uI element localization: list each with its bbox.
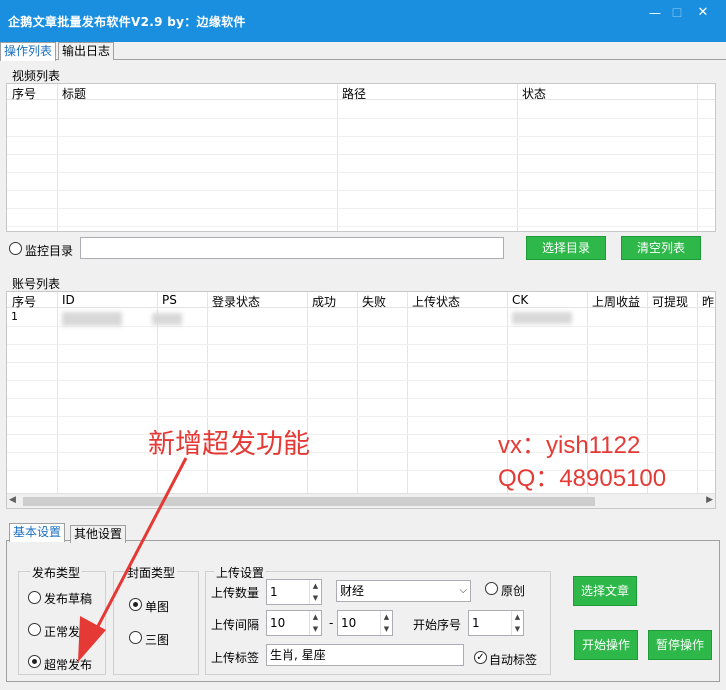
publish-super-radio[interactable]: [28, 655, 41, 668]
choose-article-button[interactable]: 选择文章: [573, 576, 637, 606]
auto-tag-label[interactable]: 自动标签: [489, 651, 537, 668]
cover-single-label[interactable]: 单图: [145, 598, 169, 615]
qq-annotation: QQ：48905100: [498, 465, 667, 492]
cover-three-radio[interactable]: [129, 631, 142, 644]
publish-normal-radio[interactable]: [28, 623, 41, 636]
tab-other-settings[interactable]: 其他设置: [70, 525, 127, 543]
upload-count-stepper[interactable]: 1 ▲ ▼: [266, 579, 322, 605]
scroll-thumb[interactable]: [23, 497, 595, 506]
stepper-arrows-icon[interactable]: ▲ ▼: [511, 611, 523, 635]
start-index-stepper[interactable]: 1 ▲ ▼: [468, 610, 524, 636]
upload-tags-label: 上传标签: [211, 651, 260, 665]
account-col-ck[interactable]: CK: [512, 293, 528, 307]
account-list-header: 序号 ID PS 登录状态 成功 失败 上传状态 CK 上周收益 可提现 昨: [7, 292, 715, 310]
account-list-hscrollbar[interactable]: ◀ ▶: [7, 493, 715, 508]
stepper-arrows-icon[interactable]: ▲ ▼: [380, 611, 392, 635]
cover-single-radio[interactable]: [129, 598, 142, 611]
interval-from-value: 10: [270, 616, 286, 630]
interval-from-stepper[interactable]: 10 ▲ ▼: [266, 610, 322, 636]
upload-count-value: 1: [270, 585, 278, 599]
video-list-header: 序号 标题 路径 状态: [7, 84, 715, 102]
interval-to-value: 10: [341, 616, 357, 630]
account-ck-redacted: [512, 312, 572, 324]
account-col-id[interactable]: ID: [62, 293, 75, 307]
account-id-redacted: [62, 312, 122, 326]
account-ps-redacted: [152, 313, 182, 325]
main-tab-bar: 操作列表 输出日志: [0, 42, 726, 61]
stepper-arrows-icon[interactable]: ▲ ▼: [309, 611, 321, 635]
original-radio[interactable]: [485, 582, 498, 595]
maximize-icon[interactable]: ☐: [666, 5, 688, 21]
start-operation-button[interactable]: 开始操作: [574, 630, 638, 660]
category-value: 财经: [340, 584, 365, 598]
cover-type-group: [113, 571, 199, 675]
video-col-path[interactable]: 路径: [342, 85, 366, 102]
cover-type-title: 封面类型: [125, 564, 178, 581]
upload-settings-title: 上传设置: [214, 564, 267, 581]
upload-tags-input[interactable]: 生肖, 星座: [266, 644, 464, 666]
account-col-last-week-income[interactable]: 上周收益: [592, 293, 640, 310]
chevron-down-icon[interactable]: ⌵: [459, 581, 467, 601]
account-col-ps[interactable]: PS: [162, 293, 177, 307]
choose-directory-button[interactable]: 选择目录: [526, 236, 606, 260]
video-list-grid[interactable]: 序号 标题 路径 状态: [6, 83, 716, 232]
window-title: 企鹅文章批量发布软件V2.9 by：边缘软件: [8, 15, 246, 29]
scroll-left-icon[interactable]: ◀: [9, 495, 16, 505]
tab-operation-list[interactable]: 操作列表: [0, 42, 57, 61]
start-index-label: 开始序号: [413, 618, 462, 632]
original-label[interactable]: 原创: [501, 582, 525, 599]
monitor-radio[interactable]: [9, 242, 22, 255]
video-col-index[interactable]: 序号: [12, 85, 36, 102]
close-icon[interactable]: ✕: [692, 5, 714, 21]
monitor-label: 监控目录: [25, 244, 74, 258]
feature-annotation: 新增超发功能: [148, 429, 310, 459]
account-row-index[interactable]: 1: [11, 310, 18, 323]
interval-to-stepper[interactable]: 10 ▲ ▼: [337, 610, 393, 636]
account-col-login-status[interactable]: 登录状态: [212, 293, 260, 310]
account-col-success[interactable]: 成功: [312, 293, 336, 310]
stepper-arrows-icon[interactable]: ▲ ▼: [309, 580, 321, 604]
pause-operation-button[interactable]: 暂停操作: [648, 630, 712, 660]
category-select[interactable]: 财经 ⌵: [336, 580, 471, 602]
cover-three-label[interactable]: 三图: [145, 631, 169, 648]
video-list-label: 视频列表: [12, 69, 61, 83]
video-col-title[interactable]: 标题: [62, 85, 86, 102]
publish-draft-label[interactable]: 发布草稿: [44, 590, 92, 607]
scroll-right-icon[interactable]: ▶: [706, 495, 713, 505]
interval-separator: -: [329, 616, 334, 630]
account-col-yesterday[interactable]: 昨: [702, 293, 714, 310]
minimize-icon[interactable]: —: [644, 5, 666, 21]
vx-annotation: vx：yish1122: [498, 432, 641, 459]
account-col-fail[interactable]: 失败: [362, 293, 386, 310]
account-col-index[interactable]: 序号: [12, 293, 36, 310]
tab-basic-settings[interactable]: 基本设置: [9, 523, 66, 542]
upload-count-label: 上传数量: [211, 586, 260, 600]
publish-draft-radio[interactable]: [28, 591, 41, 604]
publish-normal-label[interactable]: 正常发布: [44, 623, 92, 640]
upload-interval-label: 上传间隔: [211, 618, 260, 632]
account-list-label: 账号列表: [12, 277, 61, 291]
publish-super-label[interactable]: 超常发布: [44, 656, 92, 673]
tab-output-log[interactable]: 输出日志: [58, 42, 115, 60]
clear-list-button[interactable]: 清空列表: [621, 236, 701, 260]
account-col-upload-status[interactable]: 上传状态: [412, 293, 460, 310]
account-col-withdrawable[interactable]: 可提现: [652, 293, 688, 310]
title-bar: 企鹅文章批量发布软件V2.9 by：边缘软件 — ☐ ✕: [0, 0, 726, 42]
publish-type-title: 发布类型: [30, 564, 83, 581]
auto-tag-checkbox[interactable]: ✓: [474, 651, 487, 664]
video-col-status[interactable]: 状态: [522, 85, 546, 102]
monitor-path-input[interactable]: [80, 237, 504, 259]
start-index-value: 1: [472, 616, 480, 630]
